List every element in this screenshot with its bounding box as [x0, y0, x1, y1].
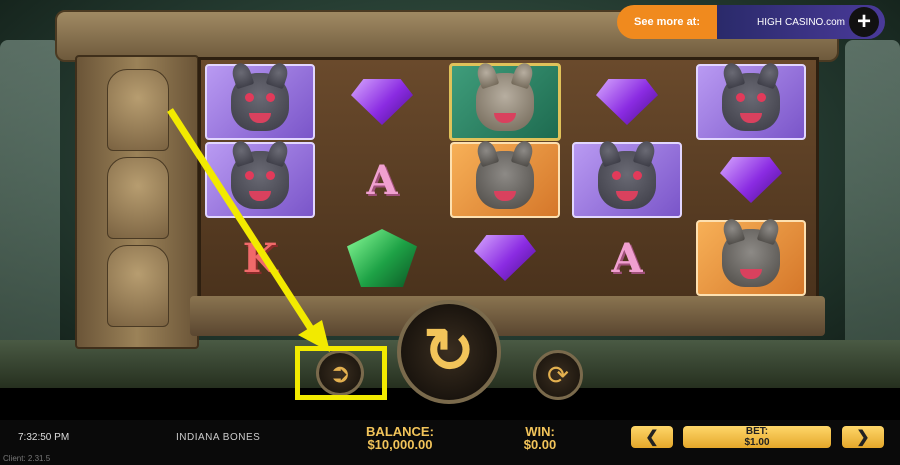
clock: 7:32:50 PM — [18, 432, 70, 443]
reel-symbol — [449, 63, 561, 141]
promo-text: See more at: — [617, 5, 717, 39]
ruin-right — [845, 40, 900, 340]
purple-gem-icon — [596, 79, 658, 125]
balance: BALANCE: $10,000.00 — [355, 425, 445, 451]
reel-symbol — [695, 64, 807, 140]
win-value: $0.00 — [523, 437, 557, 452]
spin-icon: ↻ — [423, 317, 475, 386]
spin-button[interactable]: ↻ — [397, 300, 501, 404]
bet-decrease-button[interactable]: ❮ — [631, 426, 673, 448]
reel-symbol — [326, 64, 438, 140]
reel-symbol — [326, 220, 438, 296]
purple-gem-icon — [474, 235, 536, 281]
blue-cap-dog-icon — [722, 229, 780, 287]
ruin-left — [0, 40, 60, 340]
letter-a-symbol: A — [611, 234, 643, 282]
promo-banner[interactable]: See more at: HIGH CASINO.com — [617, 5, 885, 39]
reel-symbol: A — [326, 142, 438, 218]
bat-dog-icon — [231, 151, 289, 209]
bet-increase-button[interactable]: ❯ — [842, 426, 884, 448]
win: WIN: $0.00 — [505, 425, 575, 451]
green-gem-icon — [347, 229, 417, 287]
letter-k-symbol: K — [242, 234, 278, 282]
plus-icon[interactable]: + — [849, 7, 879, 37]
reel-frame-bottom — [190, 296, 825, 336]
reel-symbol — [571, 142, 683, 218]
blue-cap-dog-icon — [476, 151, 534, 209]
autoplay-icon: ⟳ — [547, 359, 569, 390]
dog-statue-icon — [107, 245, 169, 327]
bat-dog-icon — [598, 151, 656, 209]
reel-symbol — [204, 64, 316, 140]
brand-casino: CASINO.com — [784, 16, 845, 28]
reel-area: K A A — [198, 57, 819, 303]
bat-dog-icon — [722, 73, 780, 131]
reel-symbol — [695, 220, 807, 296]
bet-label: BET: — [745, 426, 769, 437]
purple-gem-icon — [720, 157, 782, 203]
reel-symbol: A — [571, 220, 683, 296]
balance-value: $10,000.00 — [367, 437, 433, 452]
reel-symbol — [204, 142, 316, 218]
reel-symbol — [571, 64, 683, 140]
dog-statue-icon — [107, 69, 169, 151]
bet-value: $1.00 — [744, 437, 770, 448]
reel-symbol — [449, 220, 561, 296]
reel-symbol — [449, 142, 561, 218]
game-title: INDIANA BONES — [176, 432, 261, 443]
brand-high: HIGH — [756, 16, 782, 28]
reel-symbol: K — [204, 220, 316, 296]
wolf-wild-icon — [476, 73, 534, 131]
letter-a-symbol: A — [366, 156, 398, 204]
bat-dog-icon — [231, 73, 289, 131]
reel-symbol — [695, 142, 807, 218]
dog-statue-icon — [107, 157, 169, 239]
purple-gem-icon — [351, 79, 413, 125]
bet-display[interactable]: BET: $1.00 — [683, 426, 831, 448]
statue-pillar — [75, 55, 199, 349]
highlight-box — [295, 346, 387, 400]
client-version: Client: 2.31.5 — [3, 454, 51, 463]
autoplay-button[interactable]: ⟳ — [533, 350, 583, 400]
